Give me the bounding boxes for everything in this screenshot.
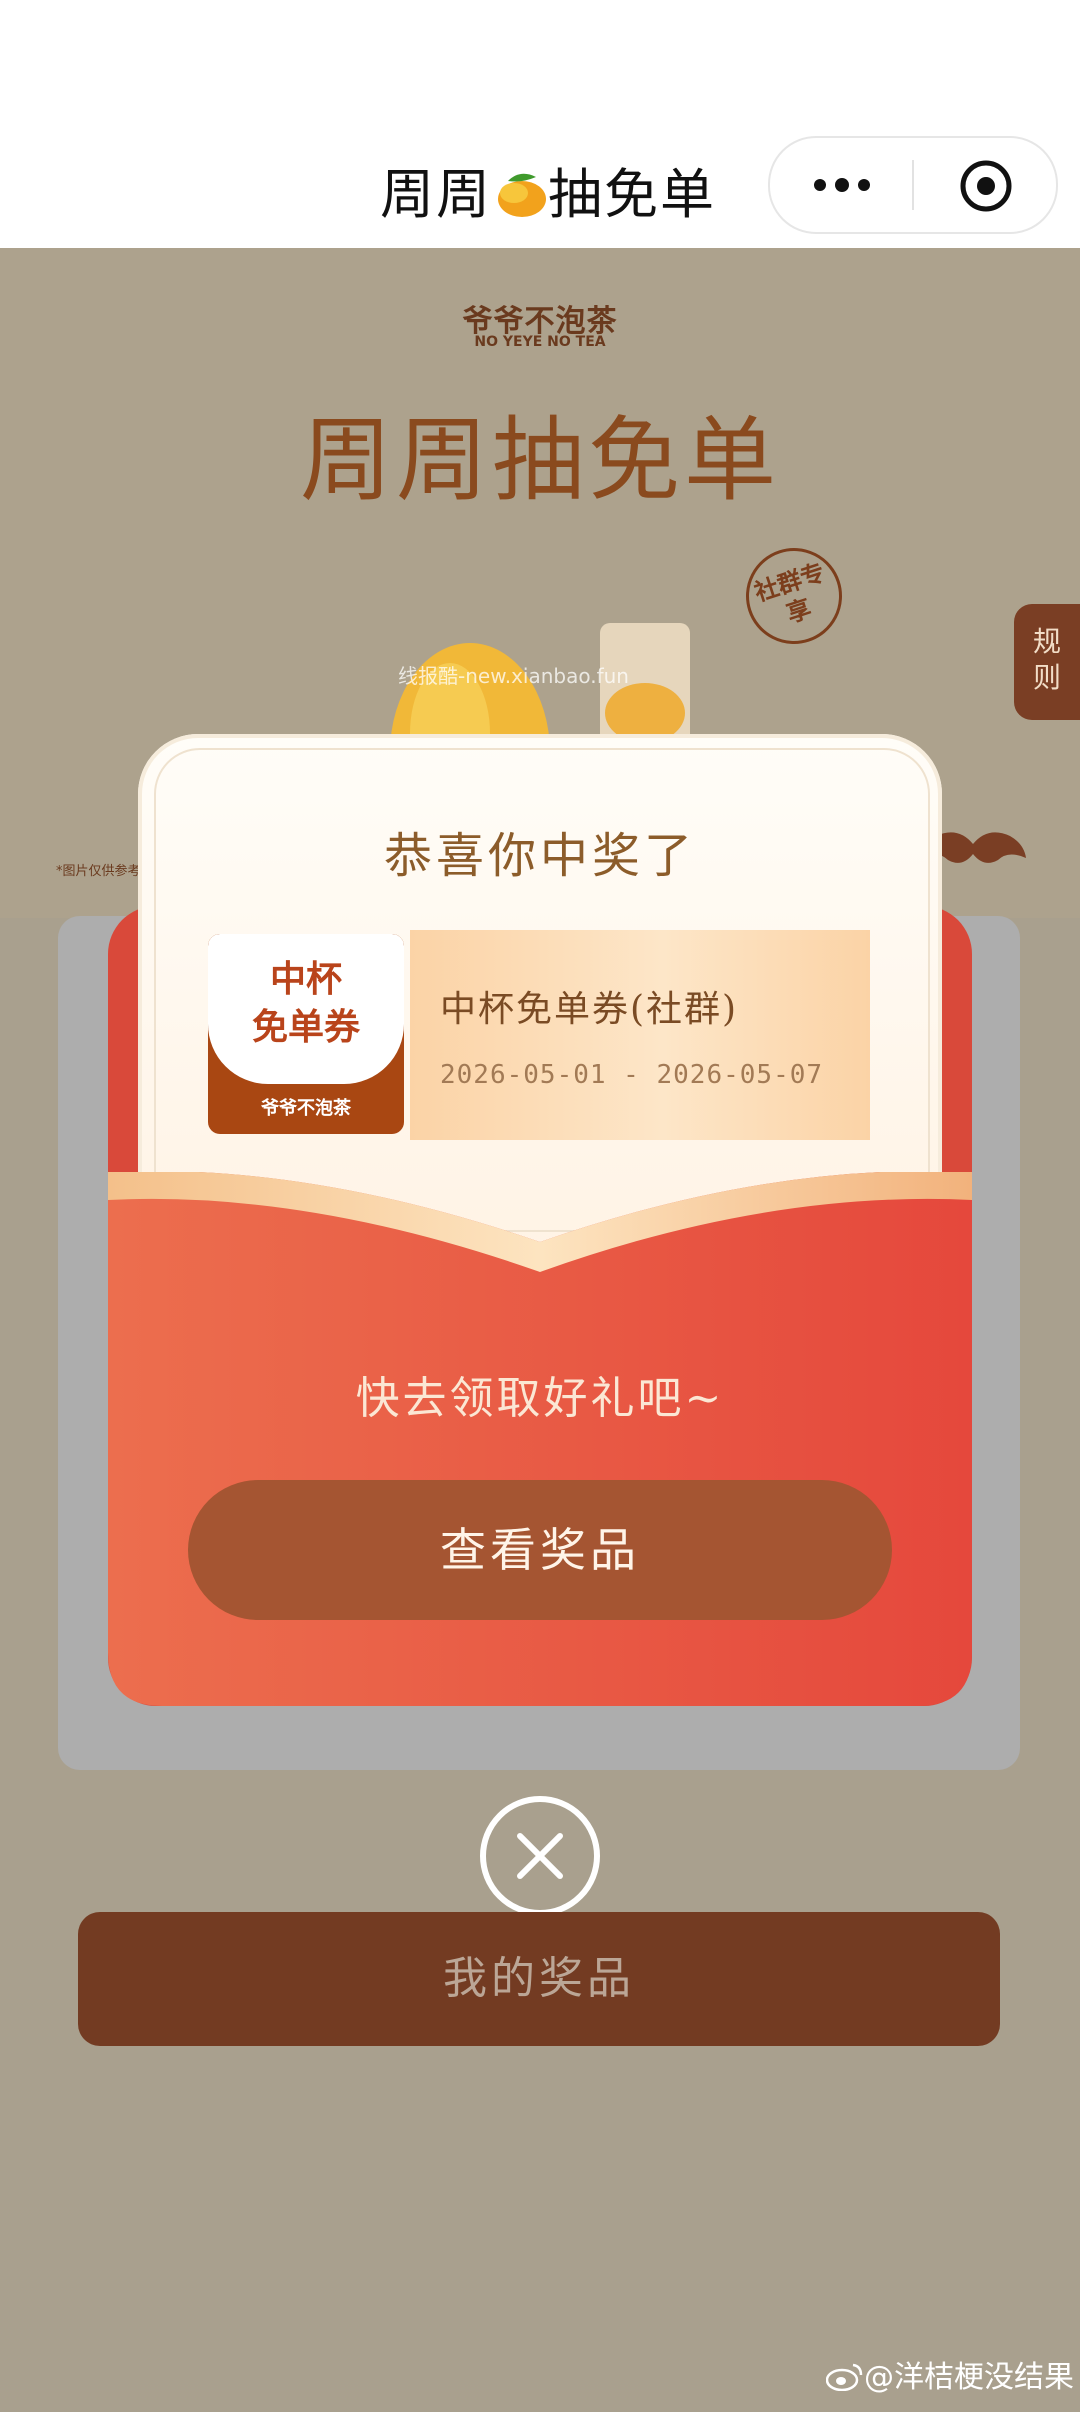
coupon-title: 中杯免单券(社群) <box>440 989 739 1030</box>
coupon-badge-text: 中杯 免单券 <box>251 959 360 1048</box>
congrats-heading: 恭喜你中奖了 <box>383 828 696 884</box>
weibo-icon <box>826 2363 863 2391</box>
coupon-badge: 中杯 免单券 爷爷不泡茶 <box>208 934 404 1134</box>
title-text-2: 抽免单 <box>548 163 716 226</box>
my-prizes-button[interactable]: 我的奖品 <box>78 1912 1000 2046</box>
view-prize-button[interactable]: 查看奖品 <box>188 1480 892 1620</box>
mini-program-capsule <box>768 136 1058 234</box>
coupon-details: 中杯免单券(社群) 2026-05-01 - 2026-05-07 <box>410 930 870 1140</box>
coupon-validity: 2026-05-01 - 2026-05-07 <box>440 1060 824 1090</box>
close-icon <box>517 1833 563 1879</box>
more-dots-icon[interactable] <box>810 174 874 196</box>
claim-prompt: 快去领取好礼吧~ <box>355 1373 725 1424</box>
coupon-badge-brand: 爷爷不泡茶 <box>261 1098 351 1119</box>
navigation-bar: 周周 抽免单 <box>0 0 1080 248</box>
weibo-credit: @洋桔梗没结果 <box>826 2352 1074 2396</box>
envelope-front <box>108 1172 972 1706</box>
title-text-1: 周周 <box>380 163 492 226</box>
watermark-text: 线报酷-new.xianbao.fun <box>398 664 629 688</box>
rules-tab[interactable]: 规则 <box>1014 604 1080 720</box>
rules-label: 规则 <box>1032 625 1061 694</box>
weibo-username: @洋桔梗没结果 <box>864 2360 1074 2395</box>
mango-icon <box>498 173 546 217</box>
capsule-divider <box>912 160 914 210</box>
banner-title: 周周抽免单 <box>299 407 780 514</box>
image-disclaimer: *图片仅供参考 <box>56 864 141 879</box>
page-title: 周周 抽免单 <box>380 150 716 229</box>
target-circle-icon[interactable] <box>958 158 1014 214</box>
close-modal-button[interactable] <box>480 1796 600 1916</box>
brand-logo-en: NO YEYE NO TEA <box>474 334 606 350</box>
